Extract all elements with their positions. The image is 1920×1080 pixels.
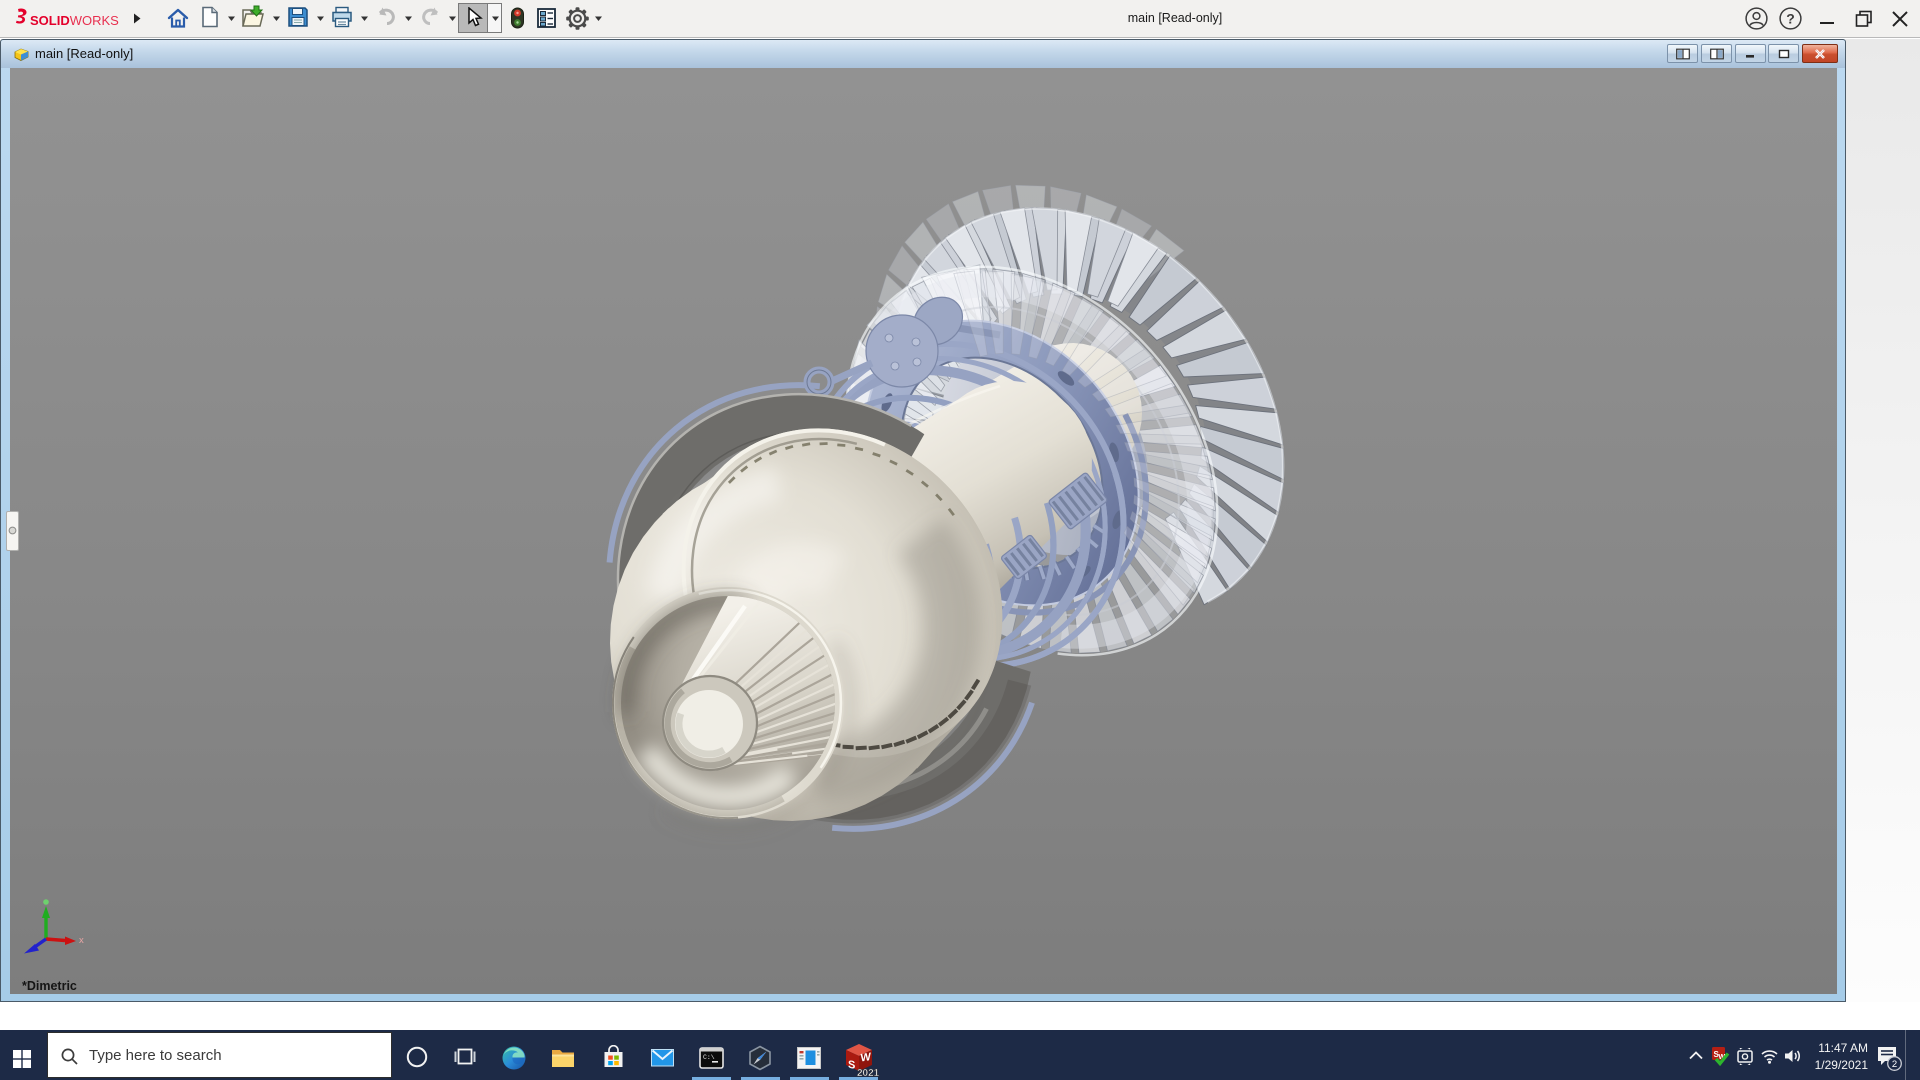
- svg-text:S: S: [848, 1059, 855, 1072]
- svg-text:?: ?: [1786, 11, 1795, 27]
- svg-text:x: x: [79, 935, 84, 946]
- svg-text:C:\: C:\: [703, 1054, 715, 1061]
- svg-text:2: 2: [1892, 1059, 1897, 1070]
- svg-text:W: W: [861, 1051, 872, 1064]
- svg-text:SOLIDWORKS: SOLIDWORKS: [30, 13, 119, 28]
